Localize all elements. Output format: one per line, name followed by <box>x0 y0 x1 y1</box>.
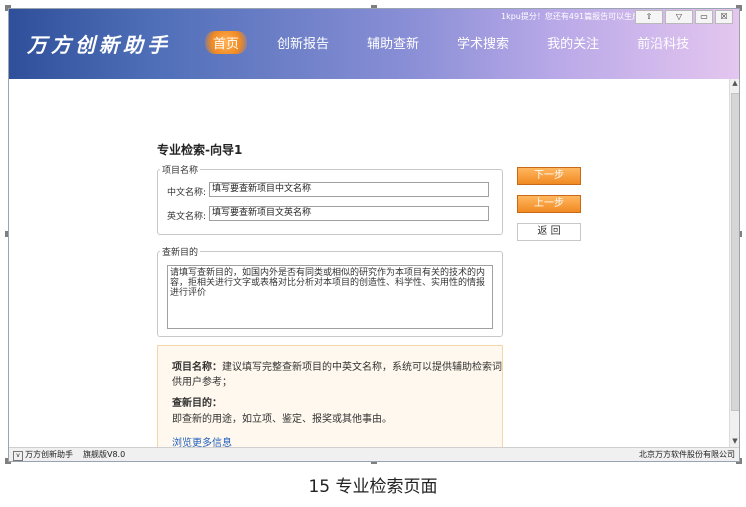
scroll-up-icon[interactable]: ▲ <box>730 79 739 89</box>
close-icon[interactable]: ☒ <box>715 10 733 24</box>
status-version: 旗舰版V8.0 <box>83 450 126 459</box>
minimize-icon[interactable]: ▭ <box>695 10 713 24</box>
help-name-text: 建议填写完整查新项目的中英文名称，系统可以提供辅助检索词供用户参考； <box>172 362 502 388</box>
main-content: 专业检索-向导1 项目名称 中文名称: 填写要查新项目中文名称 英文名称: 填写… <box>9 79 729 457</box>
nav-academic-search[interactable]: 学术搜索 <box>449 31 517 54</box>
menu-icon[interactable]: ▽ <box>665 10 693 24</box>
scroll-down-icon[interactable]: ▼ <box>730 437 739 447</box>
nav-innovation-report[interactable]: 创新报告 <box>269 31 337 54</box>
page-title: 专业检索-向导1 <box>157 143 243 157</box>
help-purpose-text: 即查新的用途，如立项、鉴定、报奖或其他事由。 <box>172 414 392 425</box>
window-controls: ⇧ ▽ ▭ ☒ <box>635 10 733 24</box>
main-nav: 首页 创新报告 辅助查新 学术搜索 我的关注 前沿科技 <box>205 31 697 54</box>
vertical-scrollbar[interactable]: ▲ ▼ <box>729 79 739 447</box>
status-company: 北京万方软件股份有限公司 <box>639 450 735 459</box>
help-name-heading: 项目名称： <box>172 362 222 373</box>
header-bar: 万方创新助手 首页 创新报告 辅助查新 学术搜索 我的关注 前沿科技 1kpu提… <box>9 9 739 79</box>
status-app: v 万方创新助手 <box>13 448 73 461</box>
nav-frontier-tech[interactable]: 前沿科技 <box>629 31 697 54</box>
status-bar: v 万方创新助手 旗舰版V8.0 北京万方软件股份有限公司 <box>9 447 739 461</box>
app-window: 万方创新助手 首页 创新报告 辅助查新 学术搜索 我的关注 前沿科技 1kpu提… <box>8 8 740 462</box>
help-panel: 项目名称：建议填写完整查新项目的中英文名称，系统可以提供辅助检索词供用户参考； … <box>157 345 503 457</box>
en-name-input[interactable]: 填写要查新项目文英名称 <box>209 206 489 221</box>
help-name-line: 项目名称：建议填写完整查新项目的中英文名称，系统可以提供辅助检索词供用户参考； <box>172 358 502 388</box>
nav-my-follow[interactable]: 我的关注 <box>539 31 607 54</box>
nav-assisted-check[interactable]: 辅助查新 <box>359 31 427 54</box>
prev-step-button[interactable]: 上一步 <box>517 195 581 213</box>
figure-caption: 15 专业检索页面 <box>308 477 438 497</box>
cn-name-input[interactable]: 填写要查新项目中文名称 <box>209 182 489 197</box>
notice-text: 1kpu提分！您还有491篇报告可以生成！ <box>501 12 649 21</box>
scroll-thumb[interactable] <box>731 93 739 411</box>
project-name-group: 项目名称 <box>157 163 503 235</box>
project-name-legend: 项目名称 <box>162 166 199 176</box>
purpose-legend: 查新目的 <box>162 248 199 258</box>
cn-name-label: 中文名称: <box>167 188 207 198</box>
dropdown-icon[interactable]: v <box>13 451 23 461</box>
back-button[interactable]: 返 回 <box>517 223 581 241</box>
skin-icon[interactable]: ⇧ <box>635 10 663 24</box>
next-step-button[interactable]: 下一步 <box>517 167 581 185</box>
help-purpose-heading: 查新目的： <box>172 398 222 409</box>
purpose-textarea[interactable]: 请填写查新目的，如国内外是否有同类或相似的研究作为本项目有关的技术的内容，拒相关… <box>167 265 493 329</box>
nav-home[interactable]: 首页 <box>205 31 248 54</box>
app-logo: 万方创新助手 <box>27 33 171 57</box>
en-name-label: 英文名称: <box>167 212 207 222</box>
